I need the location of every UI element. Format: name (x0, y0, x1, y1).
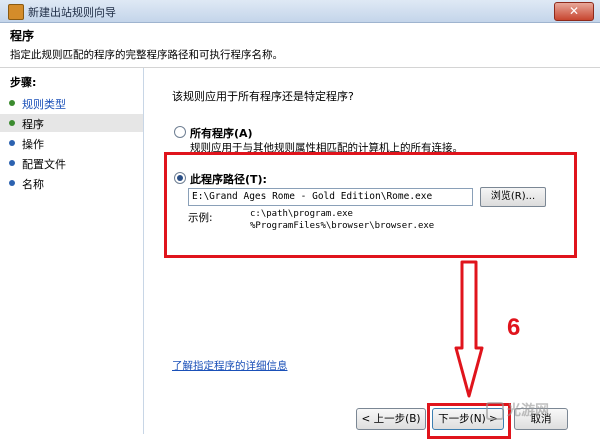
all-programs-label[interactable]: 所有程序(A) (190, 125, 253, 141)
question-text: 该规则应用于所有程序还是特定程序? (172, 90, 354, 103)
program-path-input[interactable]: E:\Grand Ages Rome - Gold Edition\Rome.e… (188, 188, 473, 206)
learn-more-link[interactable]: 了解指定程序的详细信息 (172, 358, 288, 373)
window-title: 新建出站规则向导 (28, 6, 116, 19)
steps-title: 步骤: (10, 76, 37, 89)
title-bar: 新建出站规则向导 ✕ (0, 0, 600, 23)
step-label: 规则类型 (22, 98, 66, 111)
step-pending-icon (9, 160, 15, 166)
step-action[interactable]: 操作 (0, 134, 143, 152)
close-button[interactable]: ✕ (554, 2, 594, 21)
step-profile[interactable]: 配置文件 (0, 154, 143, 172)
browse-button[interactable]: 浏览(R)... (480, 187, 546, 207)
step-number-annotation: 6 (507, 314, 521, 341)
step-done-icon (9, 100, 15, 106)
step-name[interactable]: 名称 (0, 174, 143, 192)
watermark-logo-icon (486, 402, 504, 420)
step-rule-type[interactable]: 规则类型 (0, 94, 143, 112)
step-label: 配置文件 (22, 158, 66, 171)
this-program-label[interactable]: 此程序路径(T): (190, 171, 267, 187)
firewall-app-icon (8, 4, 24, 20)
example-path-1: c:\path\program.exe (250, 209, 353, 219)
example-path-2: %ProgramFiles%\browser\browser.exe (250, 221, 435, 231)
step-current-icon (9, 120, 15, 126)
example-label: 示例: (188, 212, 213, 224)
this-program-radio[interactable] (174, 172, 186, 184)
step-label: 程序 (22, 118, 44, 131)
step-label: 名称 (22, 178, 44, 191)
back-button[interactable]: < 上一步(B) (356, 408, 426, 430)
steps-panel: 步骤: 规则类型 程序 操作 配置文件 名称 (0, 68, 144, 434)
step-program[interactable]: 程序 (0, 114, 143, 132)
step-pending-icon (9, 180, 15, 186)
step-pending-icon (9, 140, 15, 146)
page-description: 指定此规则匹配的程序的完整程序路径和可执行程序名称。 (10, 49, 283, 61)
watermark: 光游网 (486, 400, 549, 420)
page-title: 程序 (10, 29, 35, 43)
wizard-header: 程序 指定此规则匹配的程序的完整程序路径和可执行程序名称。 (0, 23, 600, 68)
all-programs-radio[interactable] (174, 126, 186, 138)
red-arrow-icon (454, 260, 484, 398)
main-panel: 该规则应用于所有程序还是特定程序? 所有程序(A) 规则应用于与其他规则属性相匹… (144, 68, 600, 439)
step-label: 操作 (22, 138, 44, 151)
watermark-text: 光游网 (507, 403, 549, 419)
